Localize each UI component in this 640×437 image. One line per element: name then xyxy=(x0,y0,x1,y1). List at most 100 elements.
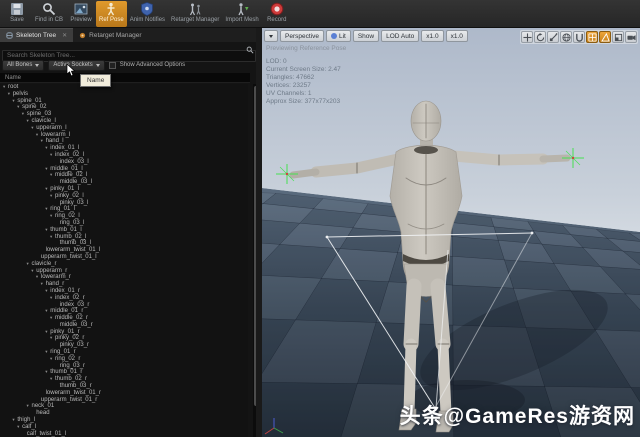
tree-row-head[interactable]: head xyxy=(0,410,248,417)
surface-snap-icon[interactable] xyxy=(573,31,585,43)
tree-row-clavicle_r[interactable]: ▾ clavicle_r xyxy=(0,261,248,268)
tree-row-index_03_r[interactable]: index_03_r xyxy=(0,302,248,309)
tree-row-index_01_r[interactable]: ▾ index_01_r xyxy=(0,288,248,295)
tree-row-hand_r[interactable]: ▾ hand_r xyxy=(0,281,248,288)
preview-viewport[interactable]: Perspective Lit Show LOD Auto x1.0 x1.0 … xyxy=(262,28,640,437)
world-coordinate-icon[interactable] xyxy=(560,31,572,43)
tree-row-thumb_01_l[interactable]: ▾ thumb_01_l xyxy=(0,227,248,234)
grid-snap-icon[interactable] xyxy=(586,31,598,43)
chevron-down-icon xyxy=(35,63,40,67)
save-button[interactable]: Save xyxy=(2,1,32,27)
turntable-speed-button[interactable]: x1.0 xyxy=(445,30,468,42)
tree-row-middle_03_l[interactable]: middle_03_l xyxy=(0,179,248,186)
skeleton-tree-icon xyxy=(6,32,13,39)
tree-row-index_03_l[interactable]: index_03_l xyxy=(0,159,248,166)
retarget-manager-button[interactable]: Retarget Manager xyxy=(168,1,222,27)
tree-row-upperarm_twist_01_l[interactable]: upperarm_twist_01_l xyxy=(0,254,248,261)
tree-row-middle_01_l[interactable]: ▾ middle_01_l xyxy=(0,166,248,173)
tree-row-upperarm_twist_01_r[interactable]: upperarm_twist_01_r xyxy=(0,397,248,404)
transform-toolbar xyxy=(520,30,638,44)
tree-row-thumb_02_l[interactable]: ▾ thumb_02_l xyxy=(0,234,248,241)
scale-snap-icon[interactable] xyxy=(612,31,624,43)
bone-label: lowerarm_r xyxy=(40,274,71,281)
toolbar-button-label: Save xyxy=(10,17,24,23)
playback-speed-button[interactable]: x1.0 xyxy=(421,30,444,42)
tree-row-thumb_03_r[interactable]: thumb_03_r xyxy=(0,383,248,390)
tree-row-hand_l[interactable]: ▾ hand_l xyxy=(0,138,248,145)
record-button[interactable]: Record xyxy=(262,1,292,27)
show-button[interactable]: Show xyxy=(352,30,380,42)
tree-row-middle_02_r[interactable]: ▾ middle_02_r xyxy=(0,315,248,322)
tree-row-upperarm_r[interactable]: ▾ upperarm_r xyxy=(0,268,248,275)
tree-row-root[interactable]: ▾ root xyxy=(0,84,248,91)
rotate-tool-icon[interactable] xyxy=(534,31,546,43)
tree-row-pinky_01_l[interactable]: ▾ pinky_01_l xyxy=(0,186,248,193)
lit-icon xyxy=(330,33,337,39)
tree-row-ring_02_r[interactable]: ▾ ring_02_r xyxy=(0,356,248,363)
bone-label: thumb_03_l xyxy=(59,240,92,247)
tree-row-ring_01_r[interactable]: ▾ ring_01_r xyxy=(0,349,248,356)
move-tool-icon[interactable] xyxy=(521,31,533,43)
tree-row-middle_03_r[interactable]: middle_03_r xyxy=(0,322,248,329)
import-mesh-button[interactable]: Import Mesh xyxy=(222,1,261,27)
all-bones-dropdown[interactable]: All Bones xyxy=(2,59,45,71)
bone-label: index_03_r xyxy=(59,301,90,308)
tree-row-neck_01[interactable]: ▾ neck_01 xyxy=(0,403,248,410)
tree-row-lowerarm_l[interactable]: ▾ lowerarm_l xyxy=(0,132,248,139)
tree-row-middle_02_l[interactable]: ▾ middle_02_l xyxy=(0,172,248,179)
tree-row-pinky_01_r[interactable]: ▾ pinky_01_r xyxy=(0,329,248,336)
tree-row-ring_03_r[interactable]: ring_03_r xyxy=(0,363,248,370)
tree-row-pinky_02_r[interactable]: ▾ pinky_02_r xyxy=(0,335,248,342)
ref-pose-button[interactable]: Ref Pose xyxy=(96,1,127,27)
viewport-options-button[interactable] xyxy=(264,30,278,42)
close-icon[interactable]: ✕ xyxy=(62,32,67,39)
tree-row-calf_l[interactable]: ▾ calf_l xyxy=(0,424,248,431)
anim-notifies-button[interactable]: Anim Notifies xyxy=(127,1,168,27)
rotation-snap-icon[interactable] xyxy=(599,31,611,43)
preview-button[interactable]: Preview xyxy=(66,1,96,27)
bone-label: ring_01_l xyxy=(50,206,75,213)
tab-retarget-manager[interactable]: Retarget Manager xyxy=(73,28,147,42)
tree-row-lowerarm_r[interactable]: ▾ lowerarm_r xyxy=(0,274,248,281)
tree-row-spine_02[interactable]: ▾ spine_02 xyxy=(0,104,248,111)
tree-row-pinky_03_r[interactable]: pinky_03_r xyxy=(0,342,248,349)
tree-row-thumb_03_l[interactable]: thumb_03_l xyxy=(0,240,248,247)
show-advanced-options-checkbox[interactable] xyxy=(108,61,116,69)
tree-row-index_02_r[interactable]: ▾ index_02_r xyxy=(0,295,248,302)
all-bones-label: All Bones xyxy=(7,62,33,68)
tree-row-pinky_02_l[interactable]: ▾ pinky_02_l xyxy=(0,193,248,200)
show-advanced-options-label: Show Advanced Options xyxy=(119,62,186,68)
tree-row-thumb_02_r[interactable]: ▾ thumb_02_r xyxy=(0,376,248,383)
scale-tool-icon[interactable] xyxy=(547,31,559,43)
tree-row-index_02_l[interactable]: ▾ index_02_l xyxy=(0,152,248,159)
tree-row-calf_twist_01_l[interactable]: calf_twist_01_l xyxy=(0,431,248,437)
tree-row-index_01_l[interactable]: ▾ index_01_l xyxy=(0,145,248,152)
skeleton-tree-panel: Skeleton Tree ✕ Retarget Manager All Bon… xyxy=(0,28,262,437)
tree-row-middle_01_r[interactable]: ▾ middle_01_r xyxy=(0,308,248,315)
tree-column-header[interactable]: Name xyxy=(0,73,250,83)
tree-row-ring_02_l[interactable]: ▾ ring_02_l xyxy=(0,213,248,220)
tree-row-upperarm_l[interactable]: ▾ upperarm_l xyxy=(0,125,248,132)
find-in-cb-button[interactable]: Find in CB xyxy=(32,1,66,27)
tree-row-ring_01_l[interactable]: ▾ ring_01_l xyxy=(0,206,248,213)
perspective-label: Perspective xyxy=(285,32,319,40)
lod-auto-button[interactable]: LOD Auto xyxy=(381,30,420,42)
tree-row-pinky_03_l[interactable]: pinky_03_l xyxy=(0,200,248,207)
tab-skeleton-tree[interactable]: Skeleton Tree ✕ xyxy=(0,28,74,42)
bone-label: pinky_03_r xyxy=(59,342,90,349)
tree-row-pelvis[interactable]: ▾ pelvis xyxy=(0,91,248,98)
tab-label: Skeleton Tree xyxy=(16,32,57,39)
tree-row-spine_01[interactable]: ▾ spine_01 xyxy=(0,98,248,105)
tree-row-spine_03[interactable]: ▾ spine_03 xyxy=(0,111,248,118)
camera-speed-icon[interactable] xyxy=(625,31,637,43)
lit-mode-button[interactable]: Lit xyxy=(325,30,351,42)
watermark: 头条@GameRes游资网 xyxy=(399,405,635,428)
tree-row-lowerarm_twist_01_r[interactable]: lowerarm_twist_01_r xyxy=(0,390,248,397)
tree-row-thigh_l[interactable]: ▾ thigh_l xyxy=(0,417,248,424)
tree-row-thumb_01_r[interactable]: ▾ thumb_01_r xyxy=(0,369,248,376)
tree-row-ring_03_l[interactable]: ring_03_l xyxy=(0,220,248,227)
perspective-button[interactable]: Perspective xyxy=(280,30,324,42)
tree-row-lowerarm_twist_01_l[interactable]: lowerarm_twist_01_l xyxy=(0,247,248,254)
active-sockets-dropdown[interactable]: Active Sockets xyxy=(48,59,105,71)
tree-row-clavicle_l[interactable]: ▾ clavicle_l xyxy=(0,118,248,125)
